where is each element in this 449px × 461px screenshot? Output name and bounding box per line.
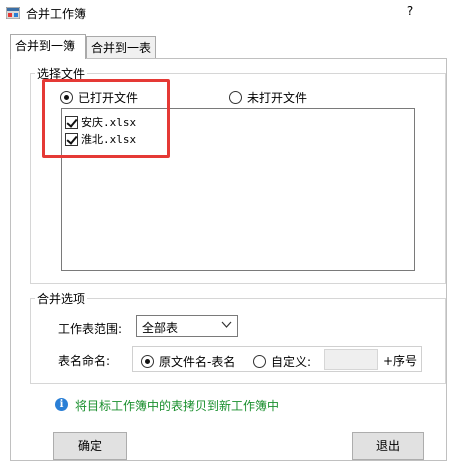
- chevron-down-icon: [221, 321, 232, 328]
- help-button[interactable]: ?: [400, 4, 420, 22]
- sheet-range-label: 工作表范围:: [58, 322, 123, 336]
- title-bar: 合并工作簿 ?: [0, 0, 449, 28]
- tab-merge-to-sheet[interactable]: 合并到一表: [86, 36, 156, 58]
- sheet-range-value: 全部表: [142, 321, 179, 335]
- suffix-label: +序号: [383, 354, 418, 368]
- options-group-legend: 合并选项: [35, 290, 88, 307]
- custom-name-input[interactable]: [324, 349, 378, 370]
- highlight-annotation-box: [42, 79, 170, 158]
- window-title: 合并工作簿: [26, 7, 87, 21]
- radio-custom-name[interactable]: 自定义:: [253, 353, 311, 370]
- sheet-range-select[interactable]: 全部表: [136, 315, 238, 337]
- ok-button[interactable]: 确定: [53, 432, 127, 460]
- radio-dot-icon: [141, 355, 154, 368]
- radio-unopened-files[interactable]: 未打开文件: [229, 89, 307, 106]
- radio-unopened-label: 未打开文件: [247, 91, 308, 105]
- radio-original-name[interactable]: 原文件名-表名: [141, 353, 235, 370]
- exit-button[interactable]: 退出: [352, 432, 424, 460]
- info-icon: i: [55, 398, 68, 411]
- tab-merge-to-workbook[interactable]: 合并到一簿: [10, 34, 86, 59]
- radio-dot-icon: [229, 91, 242, 104]
- app-icon: [6, 7, 20, 19]
- naming-label: 表名命名:: [58, 354, 111, 368]
- naming-original-label: 原文件名-表名: [159, 355, 236, 369]
- naming-custom-label: 自定义:: [271, 355, 312, 369]
- info-text: 将目标工作簿中的表拷贝到新工作簿中: [75, 399, 280, 413]
- radio-dot-icon: [253, 355, 266, 368]
